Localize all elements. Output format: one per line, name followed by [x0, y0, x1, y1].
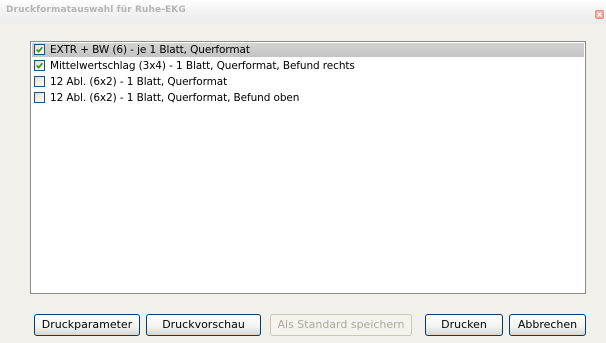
- checkmark-icon: [36, 62, 43, 69]
- save-as-default-button[interactable]: Als Standard speichern: [270, 314, 412, 336]
- list-item[interactable]: Mittelwertschlag (3x4) - 1 Blatt, Querfo…: [32, 59, 584, 73]
- list-item-label: Mittelwertschlag (3x4) - 1 Blatt, Querfo…: [50, 60, 355, 72]
- close-button[interactable]: [595, 10, 604, 19]
- list-item-label: EXTR + BW (6) - je 1 Blatt, Querformat: [50, 44, 250, 56]
- print-parameters-button[interactable]: Druckparameter: [34, 314, 140, 336]
- list-item-label: 12 Abl. (6x2) - 1 Blatt, Querformat, Bef…: [50, 92, 300, 104]
- print-preview-button[interactable]: Druckvorschau: [146, 314, 261, 336]
- title-bar[interactable]: Druckformatauswahl für Ruhe-EKG: [0, 0, 606, 24]
- list-item-checkbox[interactable]: [34, 44, 45, 55]
- list-item-checkbox[interactable]: [34, 76, 45, 87]
- list-item-label: 12 Abl. (6x2) - 1 Blatt, Querformat: [50, 76, 228, 88]
- print-format-dialog: Druckformatauswahl für Ruhe-EKG EXTR + B…: [0, 0, 606, 343]
- list-item-checkbox[interactable]: [34, 60, 45, 71]
- window-title: Druckformatauswahl für Ruhe-EKG: [6, 5, 186, 15]
- close-icon: [597, 12, 602, 17]
- list-item-checkbox[interactable]: [34, 92, 45, 103]
- list-item[interactable]: 12 Abl. (6x2) - 1 Blatt, Querformat, Bef…: [32, 91, 584, 105]
- cancel-button[interactable]: Abbrechen: [509, 314, 586, 336]
- checkmark-icon: [36, 46, 43, 53]
- print-button[interactable]: Drucken: [425, 314, 503, 336]
- print-format-list[interactable]: EXTR + BW (6) - je 1 Blatt, Querformat M…: [30, 41, 586, 294]
- list-item[interactable]: 12 Abl. (6x2) - 1 Blatt, Querformat: [32, 75, 584, 89]
- list-item[interactable]: EXTR + BW (6) - je 1 Blatt, Querformat: [32, 43, 584, 57]
